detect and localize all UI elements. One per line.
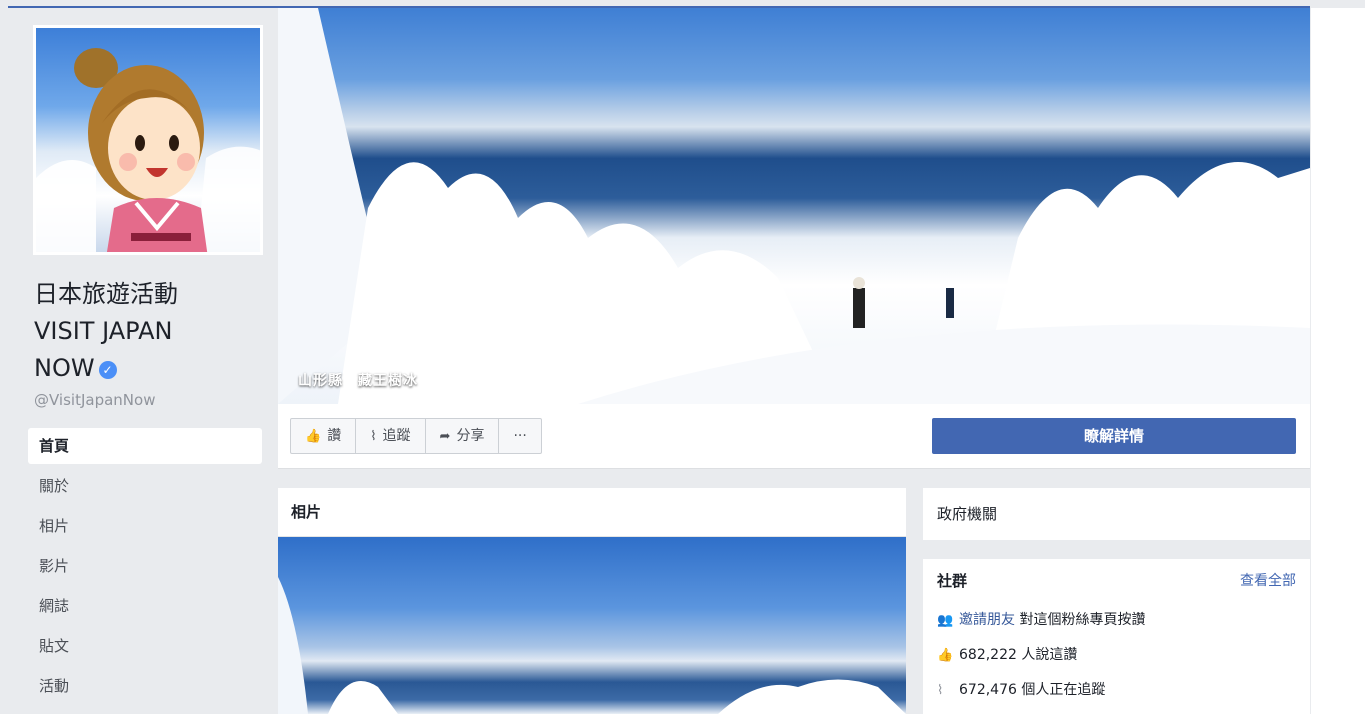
cover-scenery (278, 8, 1310, 404)
invite-friends-text: 對這個粉絲專頁按讚 (1019, 612, 1146, 628)
invite-friends-row: 👥 邀請朋友 對這個粉絲專頁按讚 (937, 603, 1296, 638)
page-username[interactable]: @VisitJapanNow (34, 391, 155, 409)
thumbs-up-icon: 👍 (305, 429, 322, 444)
follow-label: 追蹤 (382, 428, 411, 444)
more-options-button[interactable]: ··· (499, 419, 540, 453)
likes-count: 682,222 人說這讚 (959, 647, 1078, 663)
verified-badge-icon: ✓ (98, 361, 117, 379)
follows-row: ⌇ 672,476 個人正在追蹤 (937, 673, 1296, 708)
rss-icon: ⌇ (937, 683, 944, 698)
rss-icon: ⌇ (370, 429, 377, 444)
thumbs-up-icon: 👍 (937, 648, 954, 663)
people-icon: 👥 (937, 613, 954, 628)
cover-caption: 山形縣 藏王樹冰 (298, 373, 418, 389)
nav-item-videos[interactable]: 影片 (28, 548, 262, 584)
share-arrow-icon: ➦ (439, 429, 451, 444)
page-name-line-3: NOW (34, 354, 95, 382)
invite-friends-link[interactable]: 邀請朋友 (959, 612, 1015, 628)
follow-button[interactable]: ⌇ 追蹤 (356, 419, 426, 453)
share-label: 分享 (456, 428, 485, 444)
share-button[interactable]: ➦ 分享 (426, 419, 500, 453)
see-all-link[interactable]: 查看全部 (1240, 559, 1296, 603)
likes-row: 👍 682,222 人說這讚 (937, 638, 1296, 673)
like-label: 讚 (327, 428, 342, 444)
nav-item-home[interactable]: 首頁 (28, 428, 262, 464)
page-name-line-1: 日本旅遊活動 (34, 280, 178, 308)
photos-panel: 相片 (278, 488, 906, 714)
action-button-group: 👍 讚 ⌇ 追蹤 ➦ 分享 ··· (290, 418, 542, 454)
page-name-line-2: VISIT JAPAN (34, 317, 173, 345)
nav-item-photos[interactable]: 相片 (28, 508, 262, 544)
page-category[interactable]: 政府機關 (937, 505, 997, 523)
cover-photo[interactable]: 山形縣 藏王樹冰 (278, 8, 1310, 404)
nav-item-events[interactable]: 活動 (28, 668, 262, 704)
profile-illustration (36, 48, 260, 252)
follows-count: 672,476 個人正在追蹤 (959, 682, 1106, 698)
nav-item-notes[interactable]: 網誌 (28, 588, 262, 624)
community-card: 社群 查看全部 👥 邀請朋友 對這個粉絲專頁按讚 👍 682,222 人說這讚 ⌇ 6… (923, 559, 1310, 714)
right-margin (1311, 8, 1365, 714)
page-name: 日本旅遊活動 VISIT JAPAN NOW ✓ (34, 276, 264, 387)
page-action-bar: 👍 讚 ⌇ 追蹤 ➦ 分享 ··· 瞭解詳情 (278, 404, 1310, 469)
photo-scenery (278, 577, 906, 714)
profile-picture[interactable] (33, 25, 263, 255)
like-button[interactable]: 👍 讚 (291, 419, 357, 453)
page-nav: 首頁 關於 相片 影片 網誌 貼文 活動 (28, 428, 262, 708)
nav-item-about[interactable]: 關於 (28, 468, 262, 504)
nav-item-posts[interactable]: 貼文 (28, 628, 262, 664)
photos-title[interactable]: 相片 (278, 488, 906, 537)
learn-more-button[interactable]: 瞭解詳情 (932, 418, 1296, 454)
page-category-card: 政府機關 (923, 488, 1310, 540)
photo-thumbnail[interactable] (278, 537, 906, 714)
community-title: 社群 (937, 572, 968, 590)
